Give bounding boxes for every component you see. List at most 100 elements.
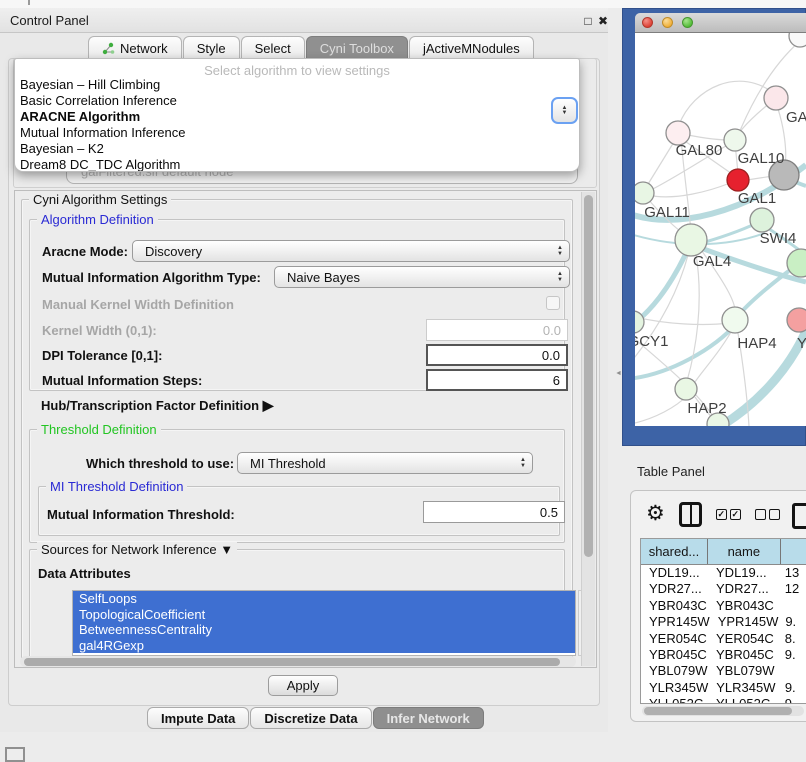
tab-cyni-toolbox[interactable]: Cyni Toolbox bbox=[306, 36, 408, 59]
cyni-bottom-tabs: Impute Data Discretize Data Infer Networ… bbox=[147, 707, 484, 729]
tab-network[interactable]: Network bbox=[88, 36, 182, 59]
control-panel-title: Control Panel bbox=[10, 13, 89, 28]
node-hap2[interactable] bbox=[675, 378, 697, 400]
select-all-columns-icon[interactable]: ✓✓ bbox=[716, 509, 741, 520]
algorithm-option[interactable]: Dream8 DC_TDC Algorithm bbox=[15, 157, 579, 172]
column-header-shared-name[interactable]: shared... bbox=[641, 539, 708, 564]
tab-infer-network[interactable]: Infer Network bbox=[373, 707, 484, 729]
node-salmon[interactable] bbox=[787, 308, 806, 332]
table-row[interactable]: YBR043CYBR043C bbox=[641, 598, 806, 614]
mi-threshold-group-title: MI Threshold Definition bbox=[46, 479, 187, 494]
deselect-all-columns-icon[interactable] bbox=[755, 509, 780, 520]
mac-minimize-icon[interactable] bbox=[662, 17, 673, 28]
node-label: Y bbox=[797, 335, 806, 352]
dpi-tolerance-field[interactable]: 0.0 bbox=[426, 344, 568, 366]
algorithm-dropdown-list: Select algorithm to view settings Bayesi… bbox=[14, 58, 580, 172]
settings-vertical-scrollbar[interactable] bbox=[581, 192, 595, 666]
mi-threshold-group: MI Threshold Definition Mutual Informati… bbox=[38, 486, 560, 536]
algorithm-option[interactable]: Basic Correlation Inference bbox=[15, 93, 579, 109]
which-threshold-label: Which threshold to use: bbox=[86, 456, 234, 471]
splitter-handle[interactable]: ◄ bbox=[615, 370, 619, 376]
table-row[interactable]: YPR145WYPR145W9. bbox=[641, 614, 806, 630]
node-gal1-red[interactable] bbox=[727, 169, 749, 191]
attribute-item-selected[interactable]: BetweennessCentrality bbox=[73, 622, 575, 638]
node-label: GAL10 bbox=[738, 150, 785, 167]
tab-network-label: Network bbox=[120, 41, 168, 56]
node-label: GAL bbox=[786, 109, 806, 126]
sources-group-title[interactable]: Sources for Network Inference ▼ bbox=[37, 542, 237, 557]
cyni-settings-area: Cyni Algorithm Settings Algorithm Defini… bbox=[14, 190, 597, 668]
algorithm-combobox-stepper[interactable]: ▲▼ bbox=[551, 97, 578, 124]
algorithm-option[interactable]: Bayesian – Hill Climbing bbox=[15, 77, 579, 93]
column-header-name[interactable]: name bbox=[708, 539, 781, 564]
mac-close-icon[interactable] bbox=[642, 17, 653, 28]
node-hap4[interactable] bbox=[722, 307, 748, 333]
screen: Control Panel □ ✖ Network Style Select C… bbox=[0, 0, 806, 762]
node-gal-pink[interactable] bbox=[764, 86, 788, 110]
tab-jactivemnodules[interactable]: jActiveMNodules bbox=[409, 36, 534, 59]
node-cut-right[interactable] bbox=[787, 249, 806, 277]
attribute-item-selected[interactable]: gal4RGexp bbox=[73, 638, 575, 654]
float-window-icon[interactable]: □ bbox=[580, 13, 596, 29]
aracne-mode-combobox[interactable]: Discovery ▲▼ bbox=[132, 240, 570, 262]
dpi-tolerance-label: DPI Tolerance [0,1]: bbox=[42, 348, 162, 363]
node-cut-top[interactable] bbox=[789, 33, 806, 47]
algorithm-option[interactable]: Bayesian – K2 bbox=[15, 141, 579, 157]
table-horizontal-scrollbar[interactable] bbox=[642, 706, 804, 716]
aracne-mode-label: Aracne Mode: bbox=[42, 244, 128, 259]
node-label: GAL80 bbox=[676, 142, 723, 159]
table-row[interactable]: YDL19...YDL19...13 bbox=[641, 565, 806, 581]
column-header-cut[interactable] bbox=[781, 539, 806, 564]
node-gal4[interactable] bbox=[675, 224, 707, 256]
node-swi4[interactable] bbox=[750, 208, 774, 232]
table-row[interactable]: YLR345WYLR345W9. bbox=[641, 680, 806, 696]
tab-discretize-data[interactable]: Discretize Data bbox=[250, 707, 371, 729]
table-row[interactable]: YDR27...YDR27...12 bbox=[641, 581, 806, 597]
table-row[interactable]: YER054CYER054C8. bbox=[641, 631, 806, 647]
manual-kernel-label: Manual Kernel Width Definition bbox=[42, 297, 234, 312]
node-table: shared... name YDL19...YDL19...13 YDR27.… bbox=[640, 538, 806, 704]
node-gal10[interactable] bbox=[724, 129, 746, 151]
node-gal11[interactable] bbox=[635, 182, 654, 204]
algorithm-option[interactable]: Mutual Information Inference bbox=[15, 125, 579, 141]
cyni-algorithm-settings-title: Cyni Algorithm Settings bbox=[29, 192, 171, 207]
settings-horizontal-scrollbar[interactable] bbox=[20, 656, 576, 667]
attribute-item-selected[interactable]: SelfLoops bbox=[73, 591, 575, 607]
table-toolbar: ⚙ ✓✓ bbox=[630, 492, 806, 536]
mac-zoom-icon[interactable] bbox=[682, 17, 693, 28]
table-row[interactable]: YBR045CYBR045C9. bbox=[641, 647, 806, 663]
kernel-width-field[interactable]: 0.0 bbox=[426, 319, 568, 341]
attribute-item-selected[interactable]: TopologicalCoefficient bbox=[73, 607, 575, 623]
top-tick bbox=[28, 0, 30, 5]
tab-impute-data[interactable]: Impute Data bbox=[147, 707, 249, 729]
sources-group: Sources for Network Inference ▼ Data Att… bbox=[29, 549, 565, 661]
gear-icon[interactable]: ⚙ bbox=[646, 503, 665, 525]
manual-kernel-checkbox[interactable] bbox=[546, 296, 560, 310]
combo-arrows-icon: ▲▼ bbox=[514, 458, 532, 469]
which-threshold-combobox[interactable]: MI Threshold ▲▼ bbox=[237, 452, 533, 474]
algorithm-definition-title: Algorithm Definition bbox=[37, 212, 158, 227]
tab-style[interactable]: Style bbox=[183, 36, 240, 59]
kernel-width-label: Kernel Width (0,1): bbox=[42, 323, 157, 338]
table-header-row: shared... name bbox=[641, 539, 806, 565]
table-row[interactable]: YLL052CYLL052C9 bbox=[641, 696, 806, 704]
control-panel-header: Control Panel bbox=[0, 8, 608, 33]
table-row[interactable]: YBL079WYBL079W bbox=[641, 663, 806, 679]
network-canvas[interactable]: GAL GAL80 GAL10 GAL1 GAL11 SWI4 GAL4 GCY… bbox=[635, 33, 806, 426]
hub-definition-toggle[interactable]: Hub/Transcription Factor Definition ▶ bbox=[41, 397, 274, 414]
mi-type-combobox[interactable]: Naive Bayes ▲▼ bbox=[274, 266, 570, 288]
threshold-definition-group: Threshold Definition Which threshold to … bbox=[29, 429, 565, 543]
tab-select[interactable]: Select bbox=[241, 36, 305, 59]
close-window-icon[interactable]: ✖ bbox=[595, 13, 611, 29]
mi-steps-field[interactable]: 6 bbox=[426, 369, 568, 391]
collapsed-panel-icon[interactable] bbox=[5, 747, 25, 762]
network-window-titlebar[interactable] bbox=[635, 13, 806, 33]
columns-icon[interactable] bbox=[679, 502, 702, 527]
combo-arrows-icon: ▲▼ bbox=[551, 272, 569, 283]
data-attributes-list[interactable]: SelfLoops TopologicalCoefficient Between… bbox=[72, 590, 576, 656]
function-builder-icon[interactable] bbox=[792, 503, 806, 529]
algorithm-option-selected[interactable]: ARACNE Algorithm bbox=[15, 109, 579, 125]
mi-type-value: Naive Bayes bbox=[275, 270, 551, 285]
mi-threshold-field[interactable]: 0.5 bbox=[423, 501, 565, 523]
apply-button[interactable]: Apply bbox=[268, 675, 338, 696]
